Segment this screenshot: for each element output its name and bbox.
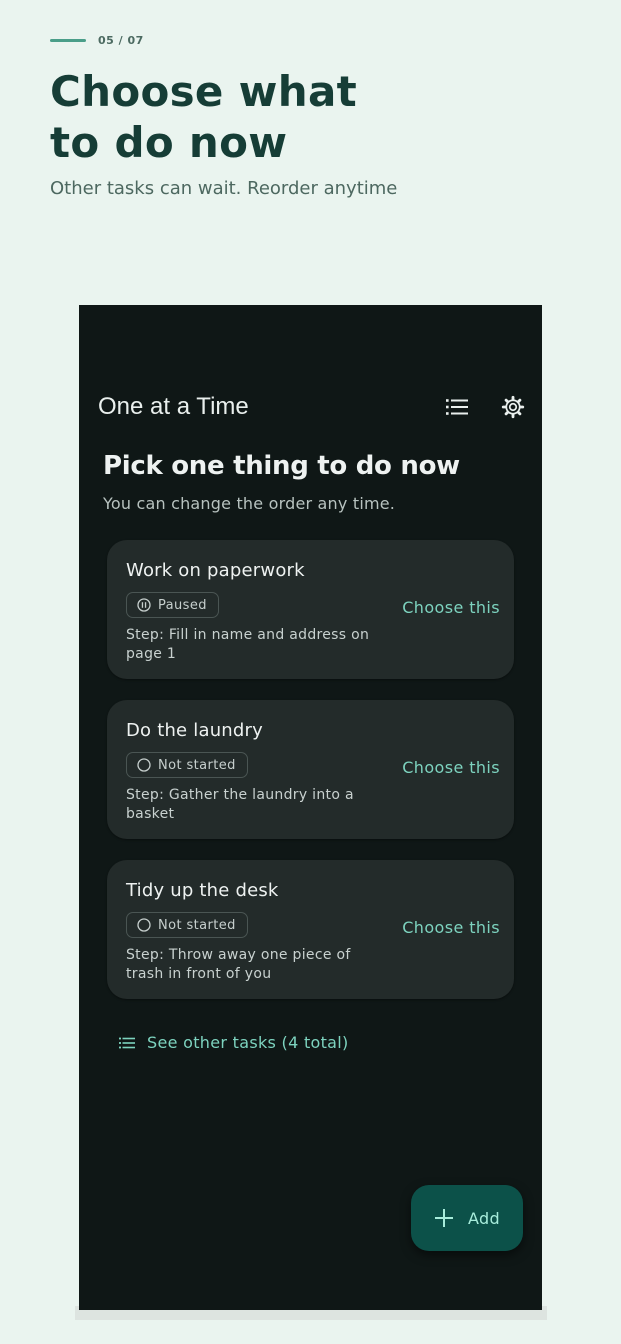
task-step: Step: Fill in name and address on page 1 <box>126 627 370 662</box>
app-title: One at a Time <box>98 393 249 420</box>
add-button-label: Add <box>468 1208 500 1228</box>
see-other-tasks-link[interactable]: See other tasks (4 total) <box>119 1033 349 1052</box>
promo-step-indicator: 05 / 07 <box>50 34 144 47</box>
status-chip: Not started <box>126 752 248 778</box>
status-label: Not started <box>158 917 236 933</box>
main-subheading: You can change the order any time. <box>103 494 396 513</box>
task-list-button[interactable] <box>441 391 473 423</box>
promo-title-line-1: Choose what <box>50 67 357 116</box>
status-chip: Paused <box>126 592 219 618</box>
plus-icon <box>434 1208 454 1228</box>
choose-this-button[interactable]: Choose this <box>402 758 500 777</box>
task-name: Tidy up the desk <box>126 880 279 901</box>
choose-this-button[interactable]: Choose this <box>402 918 500 937</box>
see-other-tasks-label: See other tasks (4 total) <box>147 1033 349 1052</box>
circle-icon <box>137 918 151 932</box>
list-icon <box>446 399 468 415</box>
main-heading: Pick one thing to do now <box>103 451 460 481</box>
status-chip: Not started <box>126 912 248 938</box>
promo-step-text: 05 / 07 <box>98 34 144 47</box>
circle-icon <box>137 758 151 772</box>
task-name: Work on paperwork <box>126 560 305 581</box>
status-label: Not started <box>158 757 236 773</box>
promo-step-line <box>50 39 86 42</box>
list-icon <box>119 1035 135 1051</box>
phone-screen: One at a Time Pick one thing to do now Y… <box>79 305 542 1310</box>
task-card-desk: Tidy up the desk Not started Step: Throw… <box>107 860 514 999</box>
gear-icon <box>501 395 525 419</box>
pause-icon <box>137 598 151 612</box>
task-card-laundry: Do the laundry Not started Step: Gather … <box>107 700 514 839</box>
task-step: Step: Throw away one piece of trash in f… <box>126 947 351 982</box>
promo-title-line-2: to do now <box>50 118 288 167</box>
task-card-paperwork: Work on paperwork Paused Step: Fill in n… <box>107 540 514 679</box>
status-label: Paused <box>158 597 207 613</box>
task-name: Do the laundry <box>126 720 263 741</box>
promo-title: Choose what to do now <box>50 66 357 168</box>
promo-subtitle: Other tasks can wait. Reorder anytime <box>50 178 398 199</box>
task-step: Step: Gather the laundry into a basket <box>126 787 354 822</box>
choose-this-button[interactable]: Choose this <box>402 598 500 617</box>
add-task-button[interactable]: Add <box>411 1185 523 1251</box>
settings-button[interactable] <box>497 391 529 423</box>
